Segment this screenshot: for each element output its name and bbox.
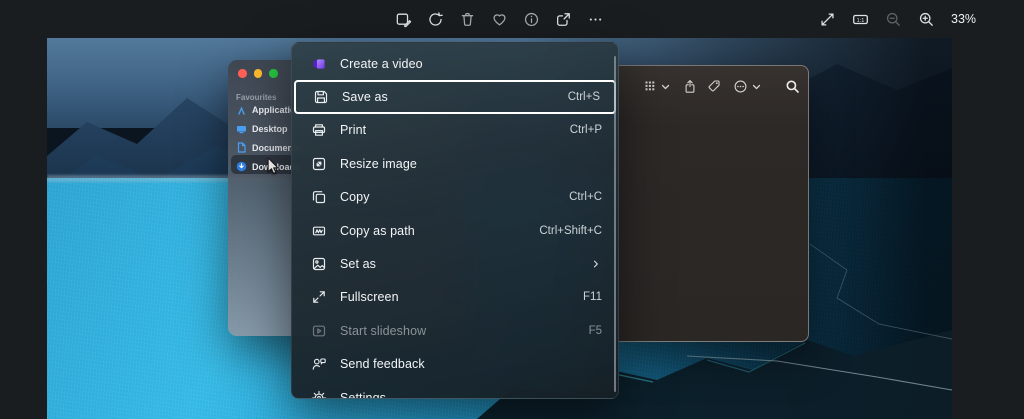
menu-item-resize-image[interactable]: Resize image: [292, 147, 618, 180]
zoom-in-button[interactable]: [914, 7, 939, 32]
trash-icon: [459, 11, 476, 28]
feedback-icon: [311, 356, 327, 372]
one-to-one-icon: 1:1: [852, 11, 869, 28]
zoom-out-button[interactable]: [881, 7, 906, 32]
menu-item-label: Create a video: [340, 57, 602, 71]
settings-gear-icon: [311, 390, 327, 399]
see-more-button[interactable]: [583, 7, 608, 32]
delete-button[interactable]: [455, 7, 480, 32]
toolbar-center-group: [391, 0, 608, 38]
traffic-lights: [238, 69, 278, 78]
menu-item-shortcut: Ctrl+Shift+C: [539, 225, 602, 237]
chevron-down-icon: [661, 83, 670, 91]
mac-zoom-icon: [269, 69, 278, 78]
fullscreen-icon: [311, 289, 327, 305]
share-button[interactable]: [551, 7, 576, 32]
mac-minimize-icon: [254, 69, 263, 78]
menu-item-fullscreen[interactable]: Fullscreen F11: [292, 281, 618, 314]
submenu-chevron-right-icon: [590, 258, 602, 270]
downloads-icon: [236, 161, 247, 172]
menu-item-settings[interactable]: Settings: [292, 381, 618, 399]
expand-diagonal-icon: [819, 11, 836, 28]
chevron-down-icon: [752, 83, 761, 91]
menu-item-shortcut: F5: [589, 325, 602, 337]
set-as-icon: [311, 256, 327, 272]
menu-item-shortcut: Ctrl+C: [569, 191, 602, 203]
menu-item-label: Save as: [342, 90, 568, 104]
fullscreen-toggle-button[interactable]: [815, 7, 840, 32]
zoom-in-icon: [918, 11, 935, 28]
actual-size-button[interactable]: 1:1: [848, 7, 873, 32]
edit-image-button[interactable]: [391, 7, 416, 32]
photos-app-window: 1:1 33%: [0, 0, 1024, 419]
menu-item-label: Set as: [340, 257, 590, 271]
menu-item-label: Fullscreen: [340, 290, 583, 304]
print-icon: [311, 122, 327, 138]
mac-close-icon: [238, 69, 247, 78]
toolbar-zoom-group: 1:1 33%: [815, 0, 976, 38]
menu-item-copy-as-path[interactable]: Copy as path Ctrl+Shift+C: [292, 214, 618, 247]
top-toolbar: 1:1 33%: [0, 0, 1024, 38]
edit-image-icon: [395, 11, 412, 28]
grid-view-icon: [643, 79, 658, 93]
info-icon: [523, 11, 540, 28]
menu-item-label: Print: [340, 123, 570, 137]
rotate-button[interactable]: [423, 7, 448, 32]
screenshot-dark-window: [612, 65, 809, 342]
copy-as-path-icon: [311, 223, 327, 239]
menu-scrollbar[interactable]: [614, 56, 617, 392]
create-video-icon: [311, 56, 327, 72]
menu-item-start-slideshow[interactable]: Start slideshow F5: [292, 314, 618, 347]
applications-icon: [236, 105, 247, 116]
copy-icon: [311, 189, 327, 205]
documents-icon: [236, 142, 247, 153]
menu-item-send-feedback[interactable]: Send feedback: [292, 348, 618, 381]
heart-icon: [491, 11, 508, 28]
context-menu: Create a video Save as Ctrl+S Print Ctrl…: [291, 42, 619, 399]
file-info-button[interactable]: [519, 7, 544, 32]
resize-image-icon: [311, 156, 327, 172]
mac-share-icon: [683, 79, 697, 94]
rotate-icon: [427, 11, 444, 28]
zoom-out-icon: [885, 11, 902, 28]
save-icon: [313, 89, 329, 105]
menu-item-shortcut: F11: [583, 291, 602, 303]
menu-item-shortcut: Ctrl+S: [568, 91, 600, 103]
menu-item-label: Start slideshow: [340, 324, 589, 338]
menu-item-label: Copy as path: [340, 224, 539, 238]
share-icon: [555, 11, 572, 28]
menu-item-set-as[interactable]: Set as: [292, 247, 618, 280]
menu-item-copy[interactable]: Copy Ctrl+C: [292, 181, 618, 214]
more-actions-circle-icon: [733, 79, 748, 94]
menu-item-label: Resize image: [340, 157, 602, 171]
desktop-icon: [236, 124, 247, 135]
one-to-one-label: 1:1: [857, 17, 865, 23]
zoom-level-value[interactable]: 33%: [951, 12, 976, 26]
menu-item-label: Copy: [340, 190, 569, 204]
captured-cursor-icon: [266, 158, 280, 176]
menu-item-print[interactable]: Print Ctrl+P: [292, 114, 618, 147]
more-ellipsis-icon: [587, 11, 604, 28]
slideshow-icon: [311, 323, 327, 339]
mac-search-icon: [785, 79, 800, 94]
menu-item-save-as[interactable]: Save as Ctrl+S: [294, 80, 616, 113]
menu-item-label: Send feedback: [340, 357, 602, 371]
favorite-button[interactable]: [487, 7, 512, 32]
tag-icon: [707, 79, 721, 93]
menu-item-label: Settings: [340, 391, 602, 399]
menu-item-create-a-video[interactable]: Create a video: [292, 47, 618, 80]
menu-item-shortcut: Ctrl+P: [570, 124, 602, 136]
